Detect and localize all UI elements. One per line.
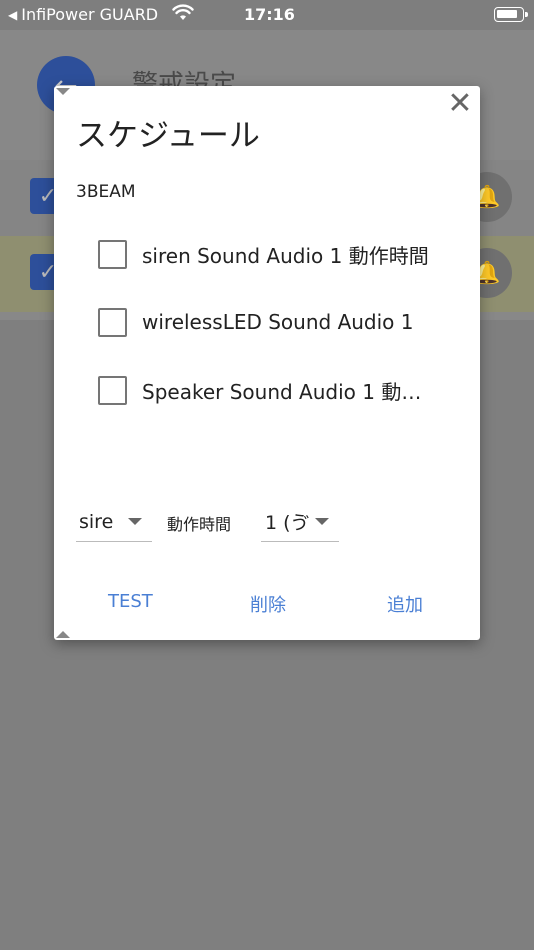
wifi-icon (172, 4, 194, 26)
option-label: Speaker Sound Audio 1 動作時間 (142, 379, 437, 404)
delete-button[interactable]: 削除 (250, 591, 286, 617)
duration-label: 動作時間 (167, 515, 232, 534)
add-button[interactable]: 追加 (387, 591, 423, 617)
corner-triangle-icon (56, 631, 70, 638)
checkbox[interactable] (98, 307, 127, 337)
schedule-option-speaker[interactable]: Speaker Sound Audio 1 動作時間 (98, 370, 468, 410)
back-app-label: InfiPower GUARD (21, 5, 159, 24)
option-label: wirelessLED Sound Audio 1 (142, 310, 414, 334)
sound-select[interactable]: sire (76, 502, 152, 542)
chevron-down-icon (128, 518, 142, 525)
duration-select[interactable]: 1 (ゔ (261, 502, 339, 542)
back-triangle-icon: ◀ (8, 7, 18, 22)
option-label: siren Sound Audio 1 動作時間 (142, 243, 429, 268)
checkbox[interactable] (98, 375, 127, 405)
test-button[interactable]: TEST (108, 591, 153, 612)
sound-select-value: sire (79, 510, 114, 533)
schedule-option-siren[interactable]: siren Sound Audio 1 動作時間 (98, 234, 468, 274)
schedule-dialog: ✕ スケジュール 3BEAM siren Sound Audio 1 動作時間 … (54, 86, 480, 640)
duration-select-value: 1 (ゔ (265, 512, 309, 534)
battery-icon (494, 7, 528, 22)
group-label: 3BEAM (76, 182, 136, 202)
clock: 17:16 (244, 5, 295, 24)
close-icon[interactable]: ✕ (444, 88, 476, 120)
corner-triangle-icon (56, 88, 70, 95)
back-to-app-link[interactable]: ◀ InfiPower GUARD (8, 5, 158, 24)
dialog-title: スケジュール (76, 118, 260, 154)
checkbox[interactable] (98, 239, 127, 269)
schedule-option-wireless-led[interactable]: wirelessLED Sound Audio 1 (98, 302, 468, 342)
chevron-down-icon (315, 518, 329, 525)
status-bar: ◀ InfiPower GUARD 17:16 (0, 0, 534, 30)
